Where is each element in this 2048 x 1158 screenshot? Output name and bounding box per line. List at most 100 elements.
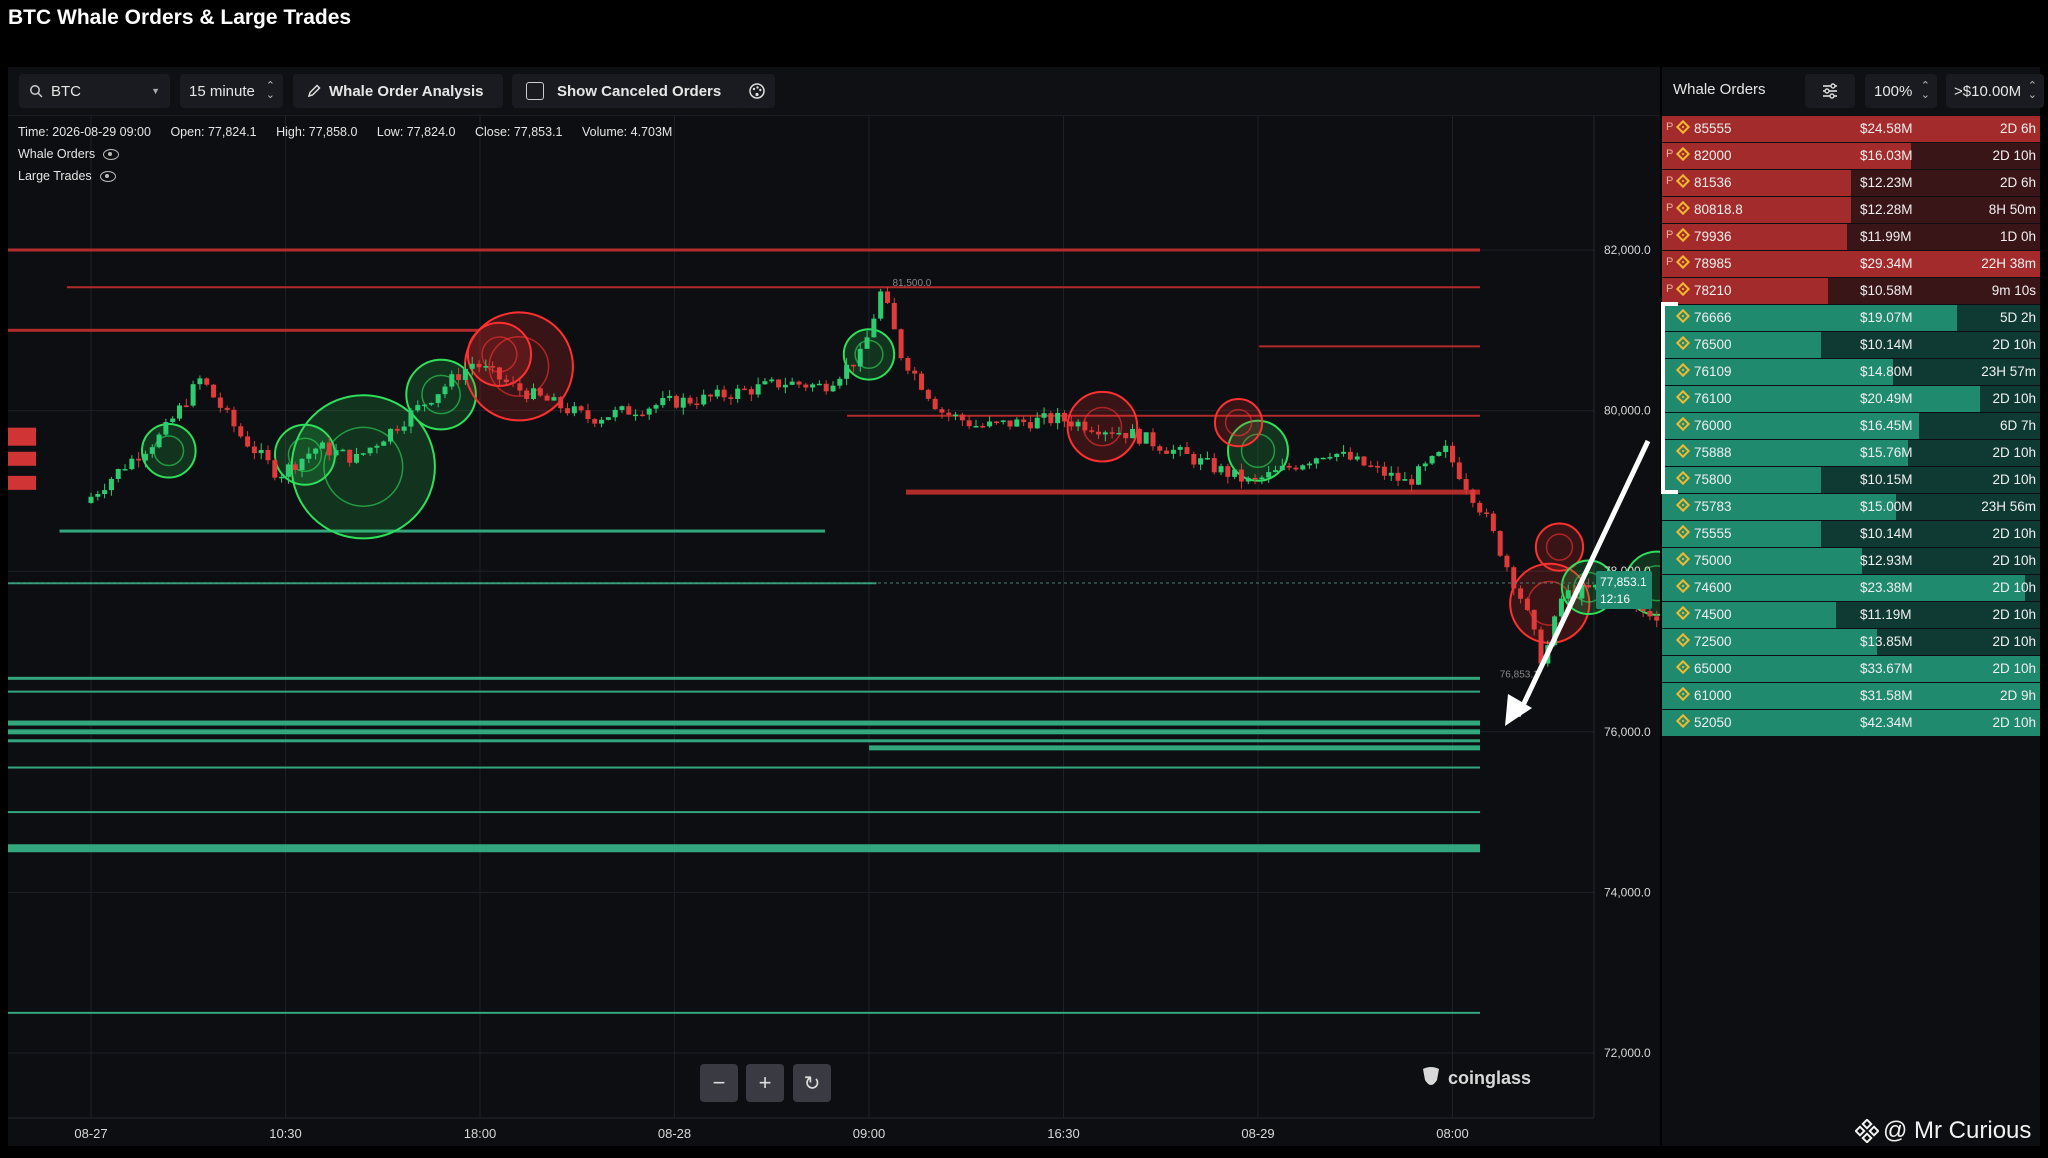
- candle-body[interactable]: [1259, 477, 1265, 480]
- candle-body[interactable]: [476, 363, 482, 368]
- whale-order-line[interactable]: [1259, 345, 1480, 348]
- order-row[interactable]: P 85555 $24.58M 2D 6h: [1662, 116, 2040, 142]
- candle-body[interactable]: [190, 384, 196, 406]
- candle-body[interactable]: [1375, 466, 1381, 468]
- candle-body[interactable]: [251, 446, 257, 454]
- candle-body[interactable]: [462, 368, 468, 380]
- candle-body[interactable]: [115, 469, 121, 479]
- candle-body[interactable]: [919, 373, 925, 390]
- eye-icon[interactable]: [99, 170, 116, 182]
- whale-order-line[interactable]: [8, 720, 1480, 726]
- candle-body[interactable]: [694, 403, 700, 405]
- order-row[interactable]: P 79936 $11.99M 1D 0h: [1662, 224, 2040, 250]
- candle-body[interactable]: [755, 384, 761, 395]
- reset-zoom-button[interactable]: ↻: [793, 1064, 831, 1102]
- candle-body[interactable]: [1388, 472, 1394, 476]
- candle-body[interactable]: [687, 397, 693, 404]
- order-row[interactable]: 76000 $16.45M 6D 7h: [1662, 413, 2040, 439]
- candle-body[interactable]: [1034, 417, 1040, 429]
- candle-body[interactable]: [170, 418, 176, 423]
- candle-body[interactable]: [1136, 428, 1142, 444]
- candle-body[interactable]: [1504, 555, 1510, 568]
- candle-body[interactable]: [660, 397, 666, 406]
- candle-body[interactable]: [619, 406, 625, 410]
- order-row[interactable]: P 80818.8 $12.28M 8H 50m: [1662, 197, 2040, 223]
- order-row[interactable]: 76100 $20.49M 2D 10h: [1662, 386, 2040, 412]
- candle-body[interactable]: [946, 412, 952, 415]
- candle-body[interactable]: [129, 458, 135, 470]
- candle-body[interactable]: [1354, 456, 1360, 460]
- show-canceled-checkbox[interactable]: [526, 82, 544, 100]
- candle-body[interactable]: [102, 490, 108, 494]
- candle-body[interactable]: [633, 414, 639, 417]
- candle-body[interactable]: [864, 337, 870, 349]
- candle-body[interactable]: [816, 383, 822, 386]
- candle-body[interactable]: [1198, 458, 1204, 465]
- zoom-out-button[interactable]: −: [700, 1064, 738, 1102]
- candle-body[interactable]: [1184, 447, 1190, 454]
- order-row[interactable]: 76500 $10.14M 2D 10h: [1662, 332, 2040, 358]
- candle-body[interactable]: [449, 374, 455, 387]
- order-row[interactable]: 74600 $23.38M 2D 10h: [1662, 575, 2040, 601]
- whale-order-line[interactable]: [8, 690, 1480, 693]
- order-row[interactable]: P 81536 $12.23M 2D 6h: [1662, 170, 2040, 196]
- candle-body[interactable]: [238, 426, 244, 437]
- candle-body[interactable]: [1456, 462, 1462, 480]
- candle-body[interactable]: [122, 469, 128, 471]
- palette-button[interactable]: [739, 74, 775, 108]
- candle-body[interactable]: [319, 442, 325, 449]
- candle-body[interactable]: [401, 426, 407, 431]
- candle-body[interactable]: [360, 453, 366, 455]
- candle-body[interactable]: [265, 450, 271, 461]
- candle-body[interactable]: [1463, 479, 1469, 490]
- filter-settings-button[interactable]: [1805, 74, 1855, 108]
- candle-body[interactable]: [1361, 456, 1367, 466]
- candle-body[interactable]: [673, 395, 679, 408]
- candle-body[interactable]: [1436, 452, 1442, 456]
- order-row[interactable]: 65000 $33.67M 2D 10h: [1662, 656, 2040, 682]
- order-row[interactable]: 74500 $11.19M 2D 10h: [1662, 602, 2040, 628]
- whale-order-line[interactable]: [8, 811, 1480, 814]
- candle-body[interactable]: [844, 364, 850, 379]
- whale-order-line[interactable]: [869, 745, 1480, 751]
- candle-body[interactable]: [1524, 598, 1530, 610]
- candle-body[interactable]: [810, 384, 816, 388]
- candle-body[interactable]: [1415, 466, 1421, 485]
- candle-body[interactable]: [953, 414, 959, 417]
- candle-body[interactable]: [456, 374, 462, 380]
- candle-body[interactable]: [1477, 502, 1483, 513]
- candle-body[interactable]: [735, 388, 741, 399]
- whale-order-line[interactable]: [8, 328, 480, 332]
- candle-body[interactable]: [408, 410, 414, 427]
- candle-body[interactable]: [830, 385, 836, 392]
- candle-body[interactable]: [905, 358, 911, 371]
- candle-body[interactable]: [517, 383, 523, 391]
- candle-body[interactable]: [707, 394, 713, 397]
- candle-body[interactable]: [149, 447, 155, 454]
- percent-select[interactable]: 100% ⌃ ⌄: [1865, 74, 1937, 108]
- candle-body[interactable]: [95, 493, 101, 497]
- candle-body[interactable]: [993, 421, 999, 424]
- order-row[interactable]: 76109 $14.80M 23H 57m: [1662, 359, 2040, 385]
- whale-order-line[interactable]: [8, 248, 1480, 252]
- candle-body[interactable]: [183, 405, 189, 407]
- whale-order-line[interactable]: [8, 729, 1480, 735]
- candle-body[interactable]: [1565, 590, 1571, 599]
- candle-body[interactable]: [394, 428, 400, 431]
- candle-body[interactable]: [524, 390, 530, 400]
- order-row[interactable]: P 78985 $29.34M 22H 38m: [1662, 251, 2040, 277]
- candle-body[interactable]: [1021, 419, 1027, 423]
- candle-body[interactable]: [1027, 422, 1033, 429]
- candle-body[interactable]: [1647, 610, 1653, 617]
- candle-body[interactable]: [1368, 465, 1374, 467]
- candle-body[interactable]: [605, 417, 611, 420]
- candle-body[interactable]: [490, 366, 496, 368]
- candle-body[interactable]: [823, 383, 829, 392]
- candle-body[interactable]: [762, 381, 768, 385]
- candle-body[interactable]: [88, 496, 94, 503]
- candle-body[interactable]: [299, 458, 305, 471]
- candle-body[interactable]: [1286, 465, 1292, 468]
- candle-body[interactable]: [748, 389, 754, 395]
- candle-body[interactable]: [857, 348, 863, 367]
- candle-body[interactable]: [142, 453, 148, 461]
